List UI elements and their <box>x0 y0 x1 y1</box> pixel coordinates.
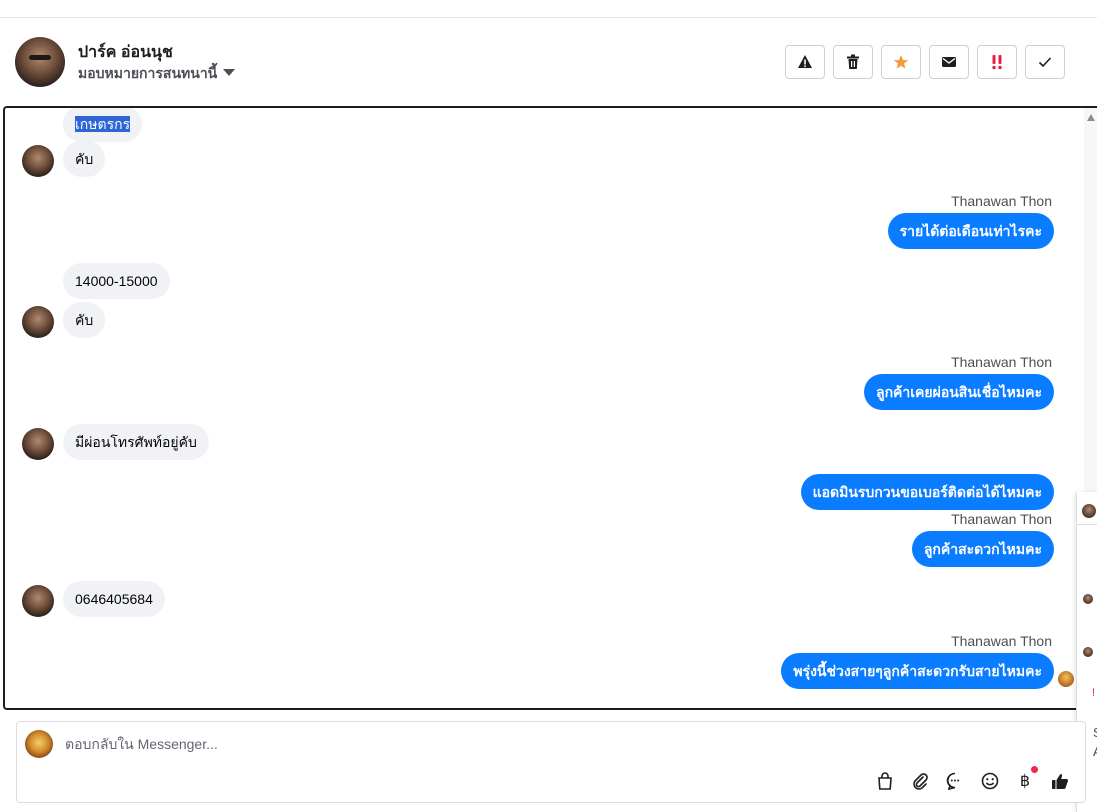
attachment-icon <box>913 773 928 790</box>
thumbs-up-icon <box>1052 774 1069 789</box>
contact-avatar-small <box>22 428 54 460</box>
reply-input[interactable] <box>65 732 865 756</box>
message-outgoing: พรุ่งนี้ช่วงสายๆลูกค้าสะดวกรับสายไหมคะ <box>781 653 1054 689</box>
mark-spam-button[interactable] <box>785 45 825 79</box>
message-incoming: มีผ่อนโทรศัพท์อยู่คับ <box>63 424 209 460</box>
shopping-bag-icon <box>878 772 892 790</box>
warning-icon <box>798 55 812 68</box>
contact-avatar[interactable] <box>15 37 65 87</box>
message-incoming: คับ <box>63 302 106 338</box>
assign-label: มอบหมายการสนทนานี้ <box>78 65 218 81</box>
message-outgoing: ลูกค้าเคยผ่อนสินเชื่อไหมคะ <box>863 374 1054 410</box>
sender-name: Thanawan Thon <box>951 511 1052 527</box>
scroll-up-arrow-icon[interactable] <box>1087 114 1095 121</box>
message-outgoing: รายได้ต่อเดือนเท่าไรคะ <box>887 213 1054 249</box>
message-incoming: คับ <box>63 141 106 177</box>
mark-done-button[interactable] <box>1025 45 1065 79</box>
delete-button[interactable] <box>833 45 873 79</box>
attachment-button[interactable] <box>909 770 931 792</box>
conversation-header: ปาร์ค อ่อนนุช มอบหมายการสนทนานี้ <box>0 18 1097 106</box>
panel-avatar <box>1082 504 1096 518</box>
sender-name: Thanawan Thon <box>951 193 1052 209</box>
panel-alert-icon: ! <box>1092 687 1096 699</box>
contact-avatar-small <box>22 145 54 177</box>
star-button[interactable] <box>881 45 921 79</box>
follow-up-icon <box>992 55 1002 70</box>
assign-conversation-dropdown[interactable]: มอบหมายการสนทนานี้ <box>78 63 236 85</box>
mail-icon <box>942 57 956 67</box>
conversation-actions <box>785 45 1065 79</box>
thumbs-up-button[interactable] <box>1049 770 1071 792</box>
reply-composer: ฿ <box>16 721 1086 803</box>
panel-avatar <box>1083 594 1093 604</box>
sender-name: Thanawan Thon <box>951 354 1052 370</box>
message-outgoing: แอดมินรบกวนขอเบอร์ติดต่อได้ไหมคะ <box>800 474 1054 510</box>
emoji-icon <box>981 772 999 790</box>
panel-text: A <box>1093 744 1097 759</box>
panel-text: S <box>1093 725 1097 740</box>
shopping-bag-button[interactable] <box>874 770 896 792</box>
notification-dot <box>1031 766 1038 773</box>
message-incoming: เกษตรกร <box>63 108 143 142</box>
baht-icon: ฿ <box>1019 773 1031 790</box>
message-incoming: 0646405684 <box>63 581 165 617</box>
mark-unread-button[interactable] <box>929 45 969 79</box>
message-text: เกษตรกร <box>75 116 131 132</box>
contact-avatar-small <box>22 585 54 617</box>
payment-button[interactable]: ฿ <box>1014 766 1038 792</box>
composer-tools: ฿ <box>874 766 1071 792</box>
contact-name[interactable]: ปาร์ค อ่อนนุช <box>78 40 173 65</box>
message-outgoing: ลูกค้าสะดวกไหมคะ <box>911 531 1054 567</box>
follow-up-button[interactable] <box>977 45 1017 79</box>
trash-icon <box>847 54 859 69</box>
star-icon <box>893 55 909 69</box>
caret-down-icon <box>223 69 236 76</box>
message-thread[interactable]: เกษตรกร คับ Thanawan Thon รายได้ต่อเดือน… <box>3 106 1097 710</box>
panel-avatar <box>1083 647 1093 657</box>
page-avatar <box>25 730 53 758</box>
emoji-button[interactable] <box>979 770 1001 792</box>
panel-divider <box>1077 524 1097 525</box>
sender-name: Thanawan Thon <box>951 633 1052 649</box>
contact-avatar-small <box>22 306 54 338</box>
check-icon <box>1038 57 1052 68</box>
saved-reply-icon <box>946 772 960 790</box>
seen-indicator-avatar <box>1058 671 1074 687</box>
saved-reply-button[interactable] <box>944 770 966 792</box>
message-incoming: 14000-15000 <box>63 263 170 299</box>
